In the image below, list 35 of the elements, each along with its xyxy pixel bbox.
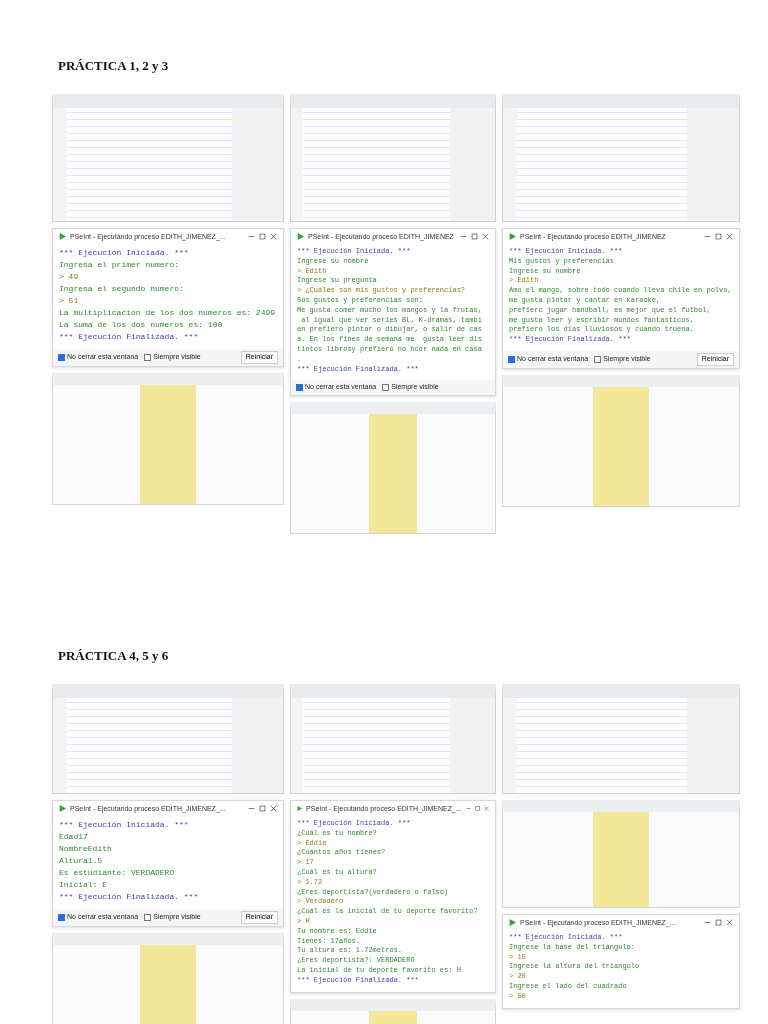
console-line: > 51	[59, 295, 80, 308]
close-icon[interactable]	[726, 919, 733, 927]
maximize-icon[interactable]	[715, 919, 722, 927]
console-line: *** Ejecución Finalizada. ***	[59, 331, 200, 344]
play-icon	[509, 233, 516, 241]
play-icon	[297, 233, 304, 241]
maximize-icon[interactable]	[474, 805, 480, 813]
section-heading: PRÁCTICA 1, 2 y 3	[58, 58, 170, 74]
console-line: Altura1.5	[59, 855, 104, 868]
close-icon[interactable]	[482, 233, 489, 241]
console-line: > 49	[59, 271, 80, 284]
play-icon	[59, 805, 66, 813]
play-icon	[509, 919, 516, 927]
console-line: La multiplicacion de los dos numeros es: 2499	[59, 307, 277, 320]
close-icon[interactable]	[483, 805, 489, 813]
maximize-icon[interactable]	[259, 805, 266, 813]
maximize-icon[interactable]	[471, 233, 478, 241]
close-icon[interactable]	[270, 233, 277, 241]
maximize-icon[interactable]	[715, 233, 722, 241]
play-icon	[59, 233, 66, 241]
console-line: *** Ejecución Finalizada. ***	[59, 891, 200, 904]
play-icon	[297, 805, 303, 813]
console-line: NombreEdith	[59, 843, 113, 856]
close-icon[interactable]	[726, 233, 733, 241]
close-icon[interactable]	[270, 805, 277, 813]
console-line: *** Ejecución Iniciada. ***	[59, 819, 190, 832]
maximize-icon[interactable]	[259, 233, 266, 241]
console-line: Ingresa el segundo numero:	[59, 283, 185, 296]
console-line: Edad17	[59, 831, 89, 844]
console-line: *** Ejecución Iniciada. ***	[59, 247, 190, 260]
console-line: La suma de los dos numeros es: 100	[59, 319, 224, 332]
console-line: Ingresa el primer numero:	[59, 259, 181, 272]
section-heading: PRÁCTICA 4, 5 y 6	[58, 648, 170, 664]
console-line: Es estudiante: VERDADERO	[59, 867, 176, 880]
console-line: Inicial: E	[59, 879, 108, 892]
